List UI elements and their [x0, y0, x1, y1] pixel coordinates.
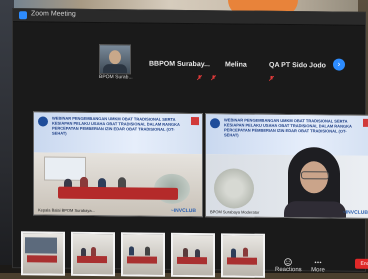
window-title: Zoom Meeting — [31, 10, 76, 18]
flag-icon — [363, 118, 368, 127]
muted-mic-icon — [197, 75, 202, 81]
reactions-button[interactable]: Reactions — [275, 258, 302, 274]
photo-thumbnail[interactable] — [71, 231, 115, 277]
webinar-banner: WEBINAR PENGEMBANGAN UMKM OBAT TRADISION… — [34, 112, 202, 155]
more-dots-icon — [314, 258, 322, 266]
muted-mic-icon — [211, 75, 216, 81]
zoom-window: Zoom Meeting BPOM Surab... BBPOM Surabay… — [12, 8, 368, 278]
thumb-person — [231, 248, 236, 258]
thumb-table — [227, 257, 257, 265]
decor-plate — [214, 168, 254, 209]
thumb-screen — [25, 237, 57, 254]
speaker-clothing — [284, 200, 346, 218]
banner-text: WEBINAR PENGEMBANGAN UMKM OBAT TRADISION… — [52, 115, 180, 136]
meeting-room-scene — [34, 152, 202, 217]
video-caption: BPOM Surabaya Moderator — [210, 209, 260, 215]
video-caption: Kepala Balai BPOM Surabaya... — [38, 207, 95, 214]
zoom-app-icon — [19, 11, 27, 20]
thumb-person — [129, 246, 134, 256]
bpom-logo-icon — [38, 116, 48, 127]
thumb-person — [91, 246, 96, 257]
thumb-person — [183, 247, 188, 257]
sponsor-logo: ~INVCLUB — [170, 207, 196, 215]
thumb-table — [77, 255, 107, 264]
thumb-person — [243, 247, 248, 257]
more-button[interactable]: More — [305, 258, 331, 273]
participant-tile[interactable]: BBPOM Surabay... — [149, 45, 211, 84]
speaker-glasses — [301, 171, 329, 180]
sponsor-logo: ~INVCLUB — [342, 209, 368, 216]
bpom-logo-icon — [210, 118, 220, 129]
reactions-label: Reactions — [275, 266, 302, 274]
participant-name: QA PT Sido Jodo — [269, 61, 326, 70]
window-titlebar: Zoom Meeting — [13, 9, 365, 26]
flag-icon — [191, 117, 199, 126]
participant-name: Melina — [225, 61, 247, 69]
participant-tile-video[interactable]: BPOM Surab... — [99, 44, 135, 82]
room-window — [44, 156, 86, 181]
participant-name: BPOM Surab... — [99, 74, 133, 81]
speaker-scene — [206, 147, 368, 218]
thumb-person — [145, 246, 150, 256]
photo-thumbnail[interactable] — [171, 232, 215, 278]
banner-text: WEBINAR PENGEMBANGAN UMKM OBAT TRADISION… — [224, 117, 352, 138]
photo-thumbnail[interactable] — [121, 232, 165, 277]
video-panel-right[interactable]: WEBINAR PENGEMBANGAN UMKM OBAT TRADISION… — [205, 113, 368, 219]
video-panel-left[interactable]: WEBINAR PENGEMBANGAN UMKM OBAT TRADISION… — [33, 111, 203, 218]
thumb-table — [127, 256, 157, 264]
muted-mic-icon — [269, 75, 274, 81]
thumb-table — [177, 256, 207, 265]
participant-video — [99, 44, 131, 75]
webinar-banner: WEBINAR PENGEMBANGAN UMKM OBAT TRADISION… — [206, 114, 368, 156]
participant-face — [109, 50, 121, 65]
participant-tile[interactable]: QA PT Sido Jodo — [269, 46, 331, 85]
photo-thumbnail[interactable] — [221, 233, 265, 278]
meeting-table — [58, 186, 178, 200]
participant-tile[interactable]: Melina — [211, 45, 261, 83]
end-meeting-button[interactable]: End — [355, 258, 368, 269]
participant-shoulders — [103, 64, 127, 74]
reactions-icon — [284, 258, 292, 266]
photo-thumbnail[interactable] — [21, 231, 65, 276]
next-page-button[interactable]: › — [333, 58, 345, 71]
thumb-table — [27, 255, 57, 263]
participant-name: BBPOM Surabay... — [149, 60, 210, 69]
